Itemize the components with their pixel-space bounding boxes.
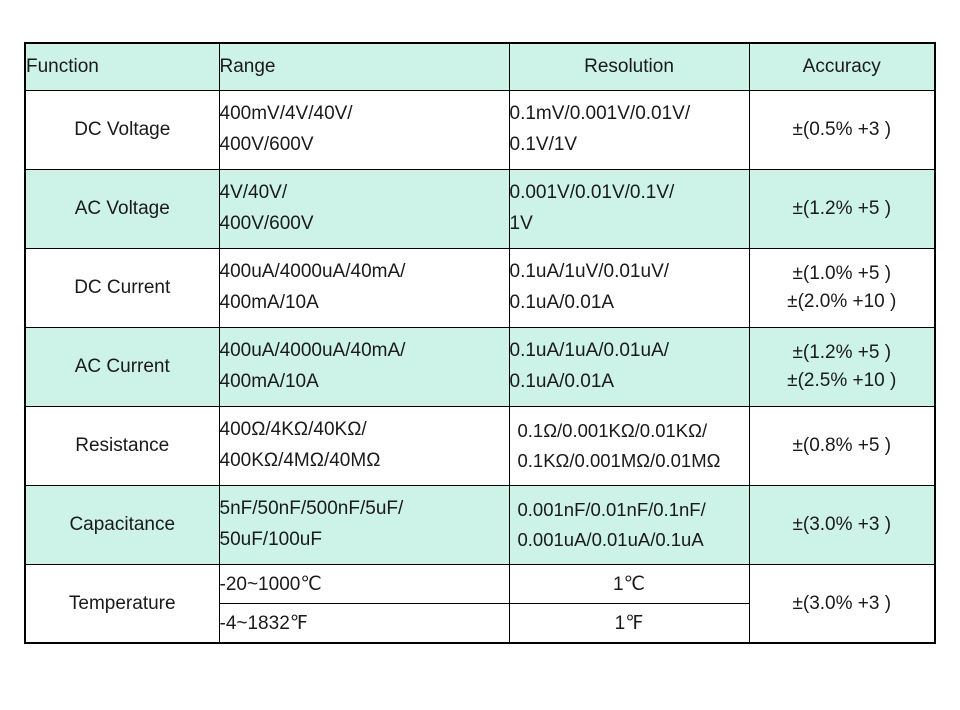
range-line: 400KΩ/4MΩ/40MΩ	[219, 450, 381, 471]
column-header-function: Function	[24, 42, 220, 91]
function-name: DC Current	[24, 248, 220, 328]
table-row: Capacitance 5nF/50nF/500nF/5uF/ 50uF/100…	[24, 485, 936, 565]
accuracy-line: ±(1.2% +5 )	[792, 197, 892, 219]
resolution-line: 0.001V/0.01V/0.1V/	[509, 182, 675, 204]
column-header-resolution: Resolution	[508, 42, 750, 91]
resolution-value: 0.1Ω/0.001KΩ/0.01KΩ/ 0.1KΩ/0.001MΩ/0.01M…	[508, 406, 750, 486]
resolution-line: 0.001uA/0.01uA/0.1uA	[517, 529, 704, 550]
table-header-row: Function Range Resolution Accuracy	[24, 42, 936, 91]
accuracy-value: ±(0.5% +3 )	[748, 90, 936, 170]
range-line: 5nF/50nF/500nF/5uF/	[219, 498, 404, 520]
resolution-value: 0.1uA/1uA/0.01uA/ 0.1uA/0.01A	[508, 327, 750, 407]
column-header-range: Range	[218, 42, 510, 91]
range-value: -20~1000℃	[218, 564, 510, 604]
range-value: 400uA/4000uA/40mA/ 400mA/10A	[218, 248, 510, 328]
resolution-value: 1℃	[508, 564, 750, 604]
accuracy-value: ±(0.8% +5 )	[748, 406, 936, 486]
table-row: Resistance 400Ω/4KΩ/40KΩ/ 400KΩ/4MΩ/40MΩ…	[24, 406, 936, 486]
range-line: 400mA/10A	[219, 371, 319, 392]
specification-table-container: Function Range Resolution Accuracy DC Vo…	[24, 42, 936, 644]
accuracy-line: ±(1.2% +5 )	[792, 341, 892, 363]
resolution-line: 0.1uA/1uV/0.01uV/	[509, 261, 670, 283]
range-value: 400Ω/4KΩ/40KΩ/ 400KΩ/4MΩ/40MΩ	[218, 406, 510, 486]
table-row: Temperature -20~1000℃ 1℃ ±(3.0% +3 )	[24, 564, 936, 644]
range-value: 400mV/4V/40V/ 400V/600V	[218, 90, 510, 170]
range-line: 400V/600V	[219, 213, 314, 234]
function-name: DC Voltage	[24, 90, 220, 170]
table-row: AC Current 400uA/4000uA/40mA/ 400mA/10A …	[24, 327, 936, 407]
function-name: Resistance	[24, 406, 220, 486]
range-value: -4~1832℉	[218, 603, 510, 644]
range-line: 4V/40V/	[219, 182, 288, 204]
resolution-value: 0.001nF/0.01nF/0.1nF/ 0.001uA/0.01uA/0.1…	[508, 485, 750, 565]
accuracy-value: ±(1.2% +5 )	[748, 169, 936, 249]
resolution-line: 0.1V/1V	[509, 134, 578, 155]
resolution-line: 0.001nF/0.01nF/0.1nF/	[517, 499, 706, 521]
function-name: AC Current	[24, 327, 220, 407]
range-value: 5nF/50nF/500nF/5uF/ 50uF/100uF	[218, 485, 510, 565]
function-name: Temperature	[24, 564, 220, 644]
table-row: AC Voltage 4V/40V/ 400V/600V 0.001V/0.01…	[24, 169, 936, 249]
resolution-line: 0.1Ω/0.001KΩ/0.01KΩ/	[517, 420, 708, 442]
accuracy-line: ±(0.5% +3 )	[792, 118, 892, 140]
accuracy-value: ±(1.2% +5 ) ±(2.5% +10 )	[748, 327, 936, 407]
resolution-line: 0.1uA/0.01A	[509, 292, 615, 313]
accuracy-line: ±(0.8% +5 )	[792, 434, 892, 456]
column-header-accuracy: Accuracy	[748, 42, 936, 91]
range-line: 400uA/4000uA/40mA/	[219, 340, 406, 362]
range-line: 400mA/10A	[219, 292, 319, 313]
accuracy-value: ±(3.0% +3 )	[748, 564, 936, 644]
resolution-value: 0.1mV/0.001V/0.01V/ 0.1V/1V	[508, 90, 750, 170]
table-row: DC Voltage 400mV/4V/40V/ 400V/600V 0.1mV…	[24, 90, 936, 170]
resolution-line: 0.1uA/1uA/0.01uA/	[509, 340, 670, 362]
resolution-value: 0.001V/0.01V/0.1V/ 1V	[508, 169, 750, 249]
resolution-line: 0.1mV/0.001V/0.01V/	[509, 103, 691, 125]
range-line: 50uF/100uF	[219, 529, 322, 550]
range-value: 4V/40V/ 400V/600V	[218, 169, 510, 249]
function-name: AC Voltage	[24, 169, 220, 249]
range-value: 400uA/4000uA/40mA/ 400mA/10A	[218, 327, 510, 407]
function-name: Capacitance	[24, 485, 220, 565]
accuracy-value: ±(3.0% +3 )	[748, 485, 936, 565]
resolution-value: 0.1uA/1uV/0.01uV/ 0.1uA/0.01A	[508, 248, 750, 328]
resolution-line: 0.1uA/0.01A	[509, 371, 615, 392]
table-row: DC Current 400uA/4000uA/40mA/ 400mA/10A …	[24, 248, 936, 328]
accuracy-line: ±(3.0% +3 )	[792, 513, 892, 535]
resolution-line: 1V	[509, 213, 533, 234]
resolution-line: 0.1KΩ/0.001MΩ/0.01MΩ	[517, 450, 721, 471]
range-line: 400Ω/4KΩ/40KΩ/	[219, 419, 367, 441]
accuracy-line: ±(1.0% +5 )	[792, 262, 892, 284]
range-line: 400V/600V	[219, 134, 314, 155]
accuracy-value: ±(1.0% +5 ) ±(2.0% +10 )	[748, 248, 936, 328]
table-body: Function Range Resolution Accuracy DC Vo…	[24, 42, 936, 644]
accuracy-line: ±(2.5% +10 )	[787, 370, 897, 391]
resolution-value: 1℉	[508, 603, 750, 644]
range-line: 400uA/4000uA/40mA/	[219, 261, 406, 283]
specification-table: Function Range Resolution Accuracy DC Vo…	[24, 42, 936, 644]
range-line: 400mV/4V/40V/	[219, 103, 353, 125]
accuracy-line: ±(2.0% +10 )	[787, 291, 897, 312]
